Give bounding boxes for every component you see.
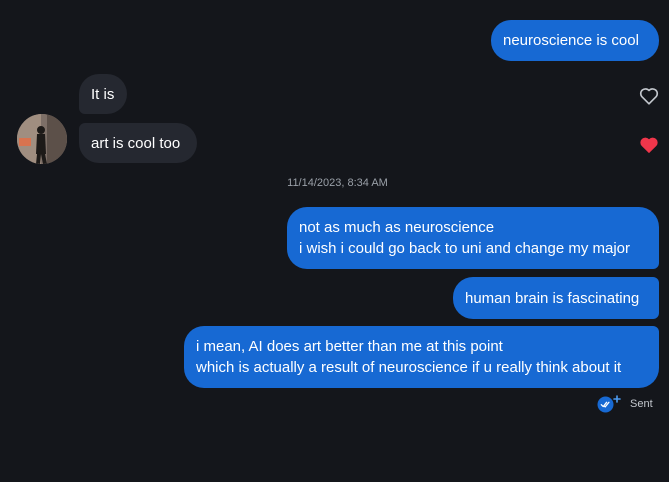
message-bubble-outgoing[interactable]: i mean, AI does art better than me at th… (184, 326, 659, 388)
message-bubble-incoming[interactable]: art is cool too (79, 123, 197, 163)
avatar[interactable] (17, 114, 67, 164)
message-bubble-outgoing[interactable]: neuroscience is cool (491, 20, 659, 61)
status-label: Sent (630, 398, 653, 410)
message-text-line: i wish i could go back to uni and change… (299, 240, 631, 257)
message-text: art is cool too (91, 134, 181, 152)
message-text: It is (91, 85, 115, 103)
message-bubble-outgoing[interactable]: not as much as neuroscience i wish i cou… (287, 207, 659, 269)
message-timestamp: 11/14/2023, 8:34 AM (287, 177, 388, 189)
message-text: neuroscience is cool (503, 32, 639, 49)
heart-filled-icon[interactable] (639, 136, 659, 154)
message-text: human brain is fascinating (465, 289, 640, 307)
message-text-line: i mean, AI does art better than me at th… (196, 338, 503, 355)
message-bubble-incoming[interactable]: It is (79, 74, 127, 114)
message-text-line: which is actually a result of neuroscien… (196, 359, 622, 376)
double-check-icon (597, 395, 621, 413)
avatar-image (17, 114, 67, 164)
message-status: Sent (597, 395, 653, 413)
heart-outline-icon[interactable] (639, 87, 659, 105)
message-bubble-outgoing[interactable]: human brain is fascinating (453, 277, 659, 319)
message-text-line: not as much as neuroscience (299, 219, 495, 236)
